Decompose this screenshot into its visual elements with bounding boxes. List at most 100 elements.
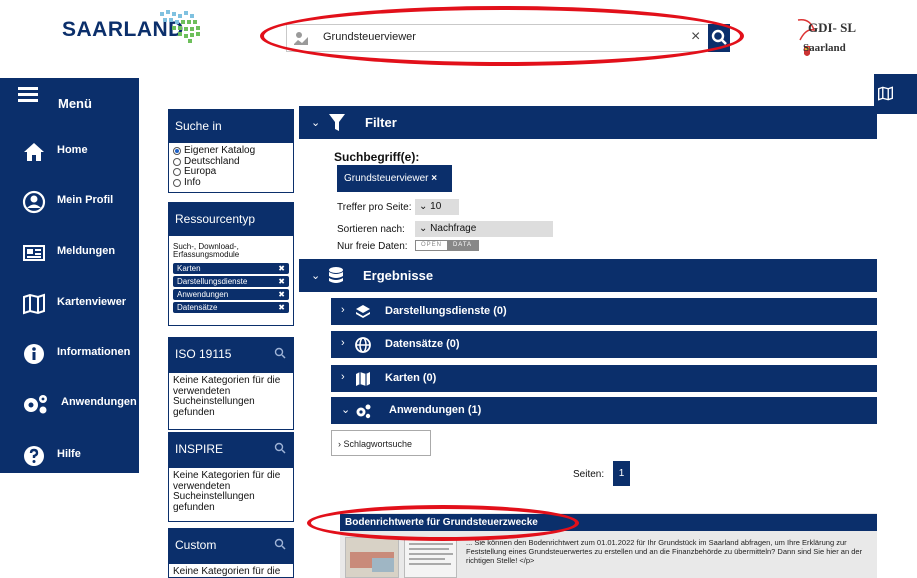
group-karten[interactable]: › Karten (0) <box>331 365 877 392</box>
filter-header[interactable]: ⌄ Filter <box>299 106 877 139</box>
sidebar-item-label: Meldungen <box>57 245 116 257</box>
chevron-down-icon: ⌄ <box>419 201 431 212</box>
sidebar-item-label: Hilfe <box>57 448 81 460</box>
facet-ressourcentyp-header[interactable]: Ressourcentyp <box>168 202 294 236</box>
radio-dot[interactable] <box>173 157 181 166</box>
group-darstellungsdienste[interactable]: › Darstellungsdienste (0) <box>331 298 877 325</box>
map-icon <box>878 86 893 101</box>
facet-iso-header[interactable]: ISO 19115 <box>168 337 294 373</box>
treffer-label: Treffer pro Seite: <box>337 202 412 213</box>
chevron-down-icon: ⌄ <box>311 117 321 129</box>
sidebar-item-hilfe[interactable]: Hilfe <box>0 438 139 478</box>
facet-title: INSPIRE <box>175 442 224 456</box>
search-icon[interactable] <box>274 347 286 359</box>
sidebar-item-kartenviewer[interactable]: Kartenviewer <box>0 286 139 326</box>
radio-dot[interactable] <box>173 168 181 177</box>
map-toggle-button[interactable] <box>874 74 917 114</box>
chip-darstellungsdienste[interactable]: Darstellungsdienste ✖ <box>173 275 289 287</box>
sortieren-value: Nachfrage <box>430 223 477 234</box>
facet-title: Suche in <box>175 119 222 133</box>
chip-karten[interactable]: Karten ✖ <box>173 262 289 274</box>
chip-anwendungen[interactable]: Anwendungen ✖ <box>173 288 289 300</box>
menu-label[interactable]: Menü <box>58 96 92 111</box>
help-icon <box>24 446 44 466</box>
group-label: Darstellungsdienste (0) <box>385 305 507 317</box>
sidebar-item-home[interactable]: Home <box>0 134 139 174</box>
chip-label: Karten <box>177 263 201 273</box>
radio-label: Eigener Katalog <box>184 145 256 156</box>
open-data-right: DATA <box>447 241 478 250</box>
open-data-toggle[interactable]: OPEN DATA <box>415 240 479 251</box>
filter-icon <box>329 114 345 131</box>
search-term-chip[interactable]: Grundsteuerviewer × <box>337 165 452 192</box>
result-preview-image[interactable] <box>404 537 457 578</box>
chip-label: Datensätze <box>177 302 218 312</box>
facet-suche-in-options: Eigener Katalog Deutschland Europa Info <box>168 143 294 193</box>
highlight-oval <box>260 6 744 66</box>
sidebar-item-anwendungen[interactable]: Anwendungen <box>0 386 139 426</box>
results-header[interactable]: ⌄ Ergebnisse <box>299 259 877 292</box>
result-thumbnail[interactable] <box>345 537 399 578</box>
facet-ressourcentyp-body: Such-, Download-, Erfassungsmodule Karte… <box>168 236 294 326</box>
saarland-map-logo-icon[interactable] <box>158 8 208 44</box>
sidebar-item-meldungen[interactable]: Meldungen <box>0 235 139 275</box>
radio-dot[interactable] <box>173 178 181 187</box>
sidebar-item-label: Anwendungen <box>61 396 137 408</box>
search-term-label: Grundsteuerviewer <box>344 173 429 184</box>
schlagwortsuche-label: Schlagwortsuche <box>343 439 413 449</box>
radio-label: Info <box>184 176 201 188</box>
facet-empty-text: Keine Kategorien für die <box>173 566 281 577</box>
schlagwortsuche-button[interactable]: › Schlagwortsuche <box>331 430 431 456</box>
filter-title: Filter <box>365 115 397 130</box>
radio-label: Europa <box>184 166 217 177</box>
treffer-value: 10 <box>430 201 442 212</box>
facet-empty-text: Keine Kategorien für die verwendeten Suc… <box>173 470 281 513</box>
sidebar-item-label: Mein Profil <box>57 194 114 206</box>
highlight-oval <box>307 505 579 541</box>
sidebar-item-label: Kartenviewer <box>57 296 127 308</box>
remove-icon[interactable]: × <box>431 173 437 184</box>
group-datensaetze[interactable]: › Datensätze (0) <box>331 331 877 358</box>
chevron-down-icon: ⌄ <box>311 270 321 282</box>
map-icon <box>356 372 370 386</box>
radio-info[interactable]: Info <box>173 176 289 189</box>
remove-icon[interactable]: ✖ <box>278 289 285 300</box>
home-icon <box>24 143 44 161</box>
sidebar-item-mein-profil[interactable]: Mein Profil <box>0 184 139 224</box>
results-title: Ergebnisse <box>363 268 434 283</box>
result-description: ... Sie können den Bodenrichtwert zum 01… <box>466 538 863 565</box>
treffer-select[interactable]: ⌄ 10 <box>415 199 459 215</box>
facet-title: ISO 19115 <box>175 347 232 361</box>
remove-icon[interactable]: ✖ <box>278 302 285 313</box>
hamburger-icon[interactable] <box>18 87 38 103</box>
gdi-logo-text: GDI- SL <box>808 20 857 35</box>
facet-custom-header[interactable]: Custom <box>168 528 294 564</box>
radio-europa[interactable]: Europa <box>173 166 289 178</box>
sidebar: Menü Home Mein Profil Meldungen Kartenvi… <box>0 78 139 473</box>
search-icon[interactable] <box>274 538 286 550</box>
chevron-right-icon: › <box>341 304 345 316</box>
facet-suche-in-header[interactable]: Suche in <box>168 109 294 143</box>
news-icon <box>23 245 45 261</box>
group-anwendungen[interactable]: ⌄ Anwendungen (1) <box>331 397 877 424</box>
sidebar-item-informationen[interactable]: Informationen <box>0 336 139 376</box>
search-icon[interactable] <box>274 442 286 454</box>
facet-empty-text: Keine Kategorien für die verwendeten Suc… <box>173 375 281 418</box>
chip-label: Anwendungen <box>177 289 229 299</box>
chip-datensaetze[interactable]: Datensätze ✖ <box>173 301 289 313</box>
radio-dot[interactable] <box>173 147 181 156</box>
gears-icon <box>356 404 371 419</box>
facet-inspire-body: Keine Kategorien für die verwendeten Suc… <box>168 468 294 522</box>
facet-inspire-header[interactable]: INSPIRE <box>168 432 294 468</box>
facet-title: Custom <box>175 538 217 552</box>
page-button-1[interactable]: 1 <box>613 461 630 486</box>
sortieren-select[interactable]: ⌄ Nachfrage <box>415 221 553 237</box>
remove-icon[interactable]: ✖ <box>278 263 285 274</box>
group-label: Karten (0) <box>385 372 437 384</box>
radio-eigener-katalog[interactable]: Eigener Katalog <box>173 145 289 157</box>
sortieren-label: Sortieren nach: <box>337 224 405 235</box>
open-data-left: OPEN <box>420 242 442 248</box>
info-icon <box>24 344 44 364</box>
remove-icon[interactable]: ✖ <box>278 276 285 287</box>
chip-label: Darstellungsdienste <box>177 276 248 286</box>
